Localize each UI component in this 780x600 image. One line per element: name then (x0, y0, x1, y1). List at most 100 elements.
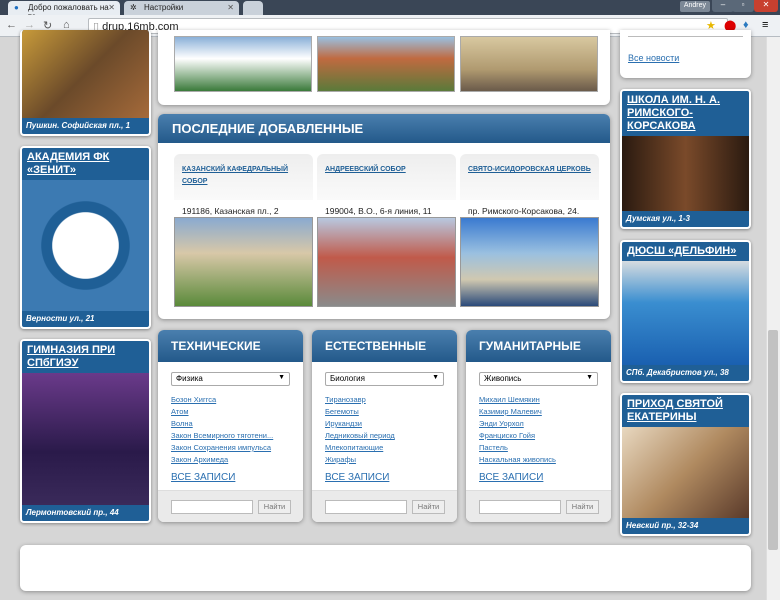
select-value: Живопись (484, 374, 522, 383)
tab-bar: ●Добро пожаловать на те✕ ✲ Настройки ✕ And… (0, 0, 780, 21)
category-select[interactable]: Биология ▼ (325, 372, 444, 386)
all-entries-link[interactable]: ВСЕ ЗАПИСИ (171, 472, 290, 483)
scrollbar-thumb[interactable] (768, 330, 778, 550)
drupal-icon: ● (14, 3, 19, 12)
card-caption: Невский пр., 32-34 (626, 521, 699, 530)
card-title[interactable]: ДЮСШ «ДЕЛЬФИН» (622, 242, 749, 261)
search-button[interactable]: Найти (258, 500, 291, 514)
category-link[interactable]: Наскальная живопись (479, 454, 598, 466)
item-title[interactable]: АНДРЕЕВСКИЙ СОБОР (317, 154, 456, 200)
back-icon[interactable]: ← (6, 19, 17, 31)
latest-item: АНДРЕЕВСКИЙ СОБОР 199004, В.О., 6-я лини… (317, 154, 456, 307)
category-link[interactable]: Пастель (479, 442, 598, 454)
category-link[interactable]: Закон Сохранения импульса (171, 442, 290, 454)
maximize-icon[interactable]: ▫ (732, 0, 754, 12)
close-icon[interactable]: ✕ (108, 3, 115, 12)
close-icon[interactable]: ✕ (227, 3, 234, 12)
latest-item: СВЯТО-ИСИДОРОВСКАЯ ЦЕРКОВЬ пр. Римского-… (460, 154, 599, 307)
left-card-gymnasium[interactable]: ГИМНАЗИЯ ПРИ СПбГИЭУ Лермонтовский пр., … (20, 339, 151, 523)
category-humanities: ГУМАНИТАРНЫЕ Живопись ▼ Михаил Шемякин Ка… (466, 330, 611, 522)
card-title[interactable]: ПРИХОД СВЯТОЙ ЕКАТЕРИНЫ (622, 395, 749, 427)
search-footer: Найти (312, 490, 457, 522)
all-news-link[interactable]: Все новости (628, 52, 743, 64)
item-title[interactable]: СВЯТО-ИСИДОРОВСКАЯ ЦЕРКОВЬ (460, 154, 599, 200)
latest-box: ПОСЛЕДНИЕ ДОБАВЛЕННЫЕ КАЗАНСКИЙ КАФЕДРАЛ… (158, 114, 610, 319)
card-caption: Думская ул., 1-3 (626, 214, 690, 223)
card-image (622, 427, 749, 518)
card-image (622, 261, 749, 365)
search-button[interactable]: Найти (412, 500, 445, 514)
card-image (22, 30, 149, 118)
category-link[interactable]: Казимир Малевич (479, 406, 598, 418)
tab-label: Настройки (144, 3, 184, 12)
category-link[interactable]: Энди Уорхол (479, 418, 598, 430)
left-card-pushkin[interactable]: Пушкин. Софийская пл., 1 (20, 30, 151, 136)
category-link[interactable]: Михаил Шемякин (479, 394, 598, 406)
card-image (22, 373, 149, 505)
footer-box (20, 545, 751, 591)
category-link[interactable]: Ирукандзи (325, 418, 444, 430)
category-link[interactable]: Тиранозавр (325, 394, 444, 406)
item-title[interactable]: КАЗАНСКИЙ КАФЕДРАЛЬНЫЙ СОБОР (174, 154, 313, 200)
category-select[interactable]: Живопись ▼ (479, 372, 598, 386)
right-card-catherine[interactable]: ПРИХОД СВЯТОЙ ЕКАТЕРИНЫ Невский пр., 32-… (620, 393, 751, 536)
item-image[interactable] (174, 217, 313, 307)
category-link[interactable]: Закон Всемирного тяготени... (171, 430, 290, 442)
search-input[interactable] (479, 500, 561, 514)
search-input[interactable] (325, 500, 407, 514)
card-caption: Пушкин. Софийская пл., 1 (26, 121, 131, 130)
menu-icon[interactable]: ≡ (762, 19, 768, 31)
category-link[interactable]: Франциско Гойя (479, 430, 598, 442)
gallery-image[interactable] (174, 36, 312, 92)
category-select[interactable]: Физика ▼ (171, 372, 290, 386)
category-natural: ЕСТЕСТВЕННЫЕ Биология ▼ Тиранозавр Бегемо… (312, 330, 457, 522)
category-title: ТЕХНИЧЕСКИЕ (158, 330, 303, 362)
tab-settings[interactable]: ✲ Настройки ✕ (124, 1, 239, 15)
card-image (622, 136, 749, 211)
left-card-zenit[interactable]: АКАДЕМИЯ ФК «ЗЕНИТ» Верности ул., 21 (20, 146, 151, 329)
gallery-image[interactable] (460, 36, 598, 92)
card-caption: СПб. Декабристов ул., 38 (626, 368, 729, 377)
category-link[interactable]: Закон Архимеда (171, 454, 290, 466)
search-footer: Найти (466, 490, 611, 522)
new-tab-button[interactable] (243, 1, 263, 15)
dropdown-arrow-icon: ▼ (278, 374, 285, 381)
category-link[interactable]: Бозон Хиггса (171, 394, 290, 406)
user-badge[interactable]: Andrey (679, 1, 710, 12)
category-link[interactable]: Бегемоты (325, 406, 444, 418)
item-image[interactable] (317, 217, 456, 307)
card-caption: Верности ул., 21 (26, 314, 95, 323)
select-value: Физика (176, 374, 203, 383)
category-title: ЕСТЕСТВЕННЫЕ (312, 330, 457, 362)
latest-title: ПОСЛЕДНИЕ ДОБАВЛЕННЫЕ (158, 114, 610, 143)
latest-item: КАЗАНСКИЙ КАФЕДРАЛЬНЫЙ СОБОР 191186, Каз… (174, 154, 313, 307)
all-entries-link[interactable]: ВСЕ ЗАПИСИ (325, 472, 444, 483)
search-input[interactable] (171, 500, 253, 514)
all-entries-link[interactable]: ВСЕ ЗАПИСИ (479, 472, 598, 483)
gallery-image[interactable] (317, 36, 455, 92)
card-title[interactable]: ШКОЛА ИМ. Н. А. РИМСКОГО-КОРСАКОВА (622, 91, 749, 136)
category-technical: ТЕХНИЧЕСКИЕ Физика ▼ Бозон Хиггса Атом Во… (158, 330, 303, 522)
close-window-icon[interactable]: ✕ (754, 0, 778, 12)
card-caption: Лермонтовский пр., 44 (26, 508, 119, 517)
dropdown-arrow-icon: ▼ (586, 374, 593, 381)
minimize-icon[interactable]: – (712, 0, 734, 12)
right-card-school[interactable]: ШКОЛА ИМ. Н. А. РИМСКОГО-КОРСАКОВА Думск… (620, 89, 751, 229)
category-link[interactable]: Атом (171, 406, 290, 418)
tab-home[interactable]: ●Добро пожаловать на те✕ (8, 1, 120, 21)
category-link[interactable]: Волна (171, 418, 290, 430)
gallery-box (158, 30, 610, 105)
zenit-logo (22, 180, 149, 311)
right-card-dolphin[interactable]: ДЮСШ «ДЕЛЬФИН» СПб. Декабристов ул., 38 (620, 240, 751, 383)
item-image[interactable] (460, 217, 599, 307)
category-title: ГУМАНИТАРНЫЕ (466, 330, 611, 362)
news-box: Все новости (620, 30, 751, 78)
card-title[interactable]: ГИМНАЗИЯ ПРИ СПбГИЭУ (22, 341, 149, 373)
search-button[interactable]: Найти (566, 500, 599, 514)
category-link[interactable]: Жирафы (325, 454, 444, 466)
category-link[interactable]: Млекопитающие (325, 442, 444, 454)
category-link[interactable]: Ледниковый период (325, 430, 444, 442)
card-title[interactable]: АКАДЕМИЯ ФК «ЗЕНИТ» (22, 148, 149, 180)
gear-icon: ✲ (130, 3, 137, 12)
search-footer: Найти (158, 490, 303, 522)
